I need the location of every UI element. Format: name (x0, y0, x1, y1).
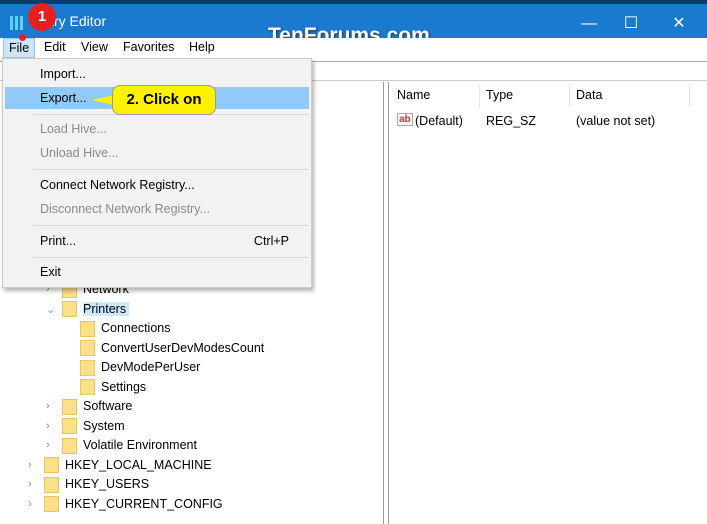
tree-item-label: HKEY_USERS (65, 477, 150, 491)
column-name[interactable]: Name (397, 88, 430, 102)
menu-item-import[interactable]: Import... (5, 63, 309, 85)
callout-step-2: 2. Click on (112, 85, 216, 115)
column-type[interactable]: Type (486, 88, 513, 102)
close-button[interactable]: ✕ (656, 12, 702, 36)
chevron-right-icon[interactable]: › (46, 420, 56, 432)
chevron-right-icon[interactable]: › (46, 400, 56, 412)
values-list: Name Type Data ab (Default) REG_SZ (valu… (388, 82, 707, 524)
tree-item-label: Printers (83, 301, 130, 316)
folder-icon (44, 457, 59, 474)
folder-icon (62, 418, 77, 435)
menu-favorites[interactable]: Favorites (123, 40, 174, 54)
menu-item-connect-network-registry[interactable]: Connect Network Registry... (5, 174, 309, 196)
chevron-right-icon[interactable]: › (28, 459, 38, 471)
maximize-button[interactable]: ☐ (608, 12, 654, 36)
folder-icon (80, 320, 95, 337)
tree-item-label: Settings (101, 379, 147, 394)
tree-item[interactable]: System (62, 417, 125, 436)
folder-icon (80, 359, 95, 376)
folder-icon (44, 476, 59, 493)
tree-item[interactable]: DevModePerUser (80, 358, 200, 377)
tree-item-label: DevModePerUser (101, 360, 201, 374)
tree-item[interactable]: HKEY_LOCAL_MACHINE (44, 456, 212, 475)
tree-item[interactable]: Volatile Environment (62, 436, 197, 455)
menu-item-print[interactable]: Print... Ctrl+P (5, 230, 309, 252)
chevron-down-icon[interactable]: ⌄ (46, 303, 56, 316)
menu-file[interactable]: File (3, 38, 36, 58)
folder-icon (62, 437, 77, 454)
step-1-pointer (19, 34, 26, 41)
minimize-button[interactable]: — (566, 12, 612, 36)
menu-view[interactable]: View (81, 40, 108, 54)
menu-bar: File Edit View Favorites Help (0, 38, 707, 58)
value-type: REG_SZ (486, 114, 537, 128)
tree-item-label: Software (83, 399, 133, 413)
string-value-icon: ab (397, 113, 413, 126)
print-label: Print... (40, 234, 77, 248)
tree-item-label: HKEY_CURRENT_CONFIG (65, 496, 223, 511)
tree-item[interactable]: Printers (62, 300, 130, 319)
value-name[interactable]: (Default) (415, 114, 463, 128)
folder-icon (80, 340, 95, 357)
tree-item-label: Connections (101, 321, 171, 335)
tree-item[interactable]: Settings (80, 378, 146, 397)
chevron-right-icon[interactable]: › (28, 478, 38, 490)
tree-item[interactable]: HKEY_USERS (44, 475, 149, 494)
folder-icon (62, 301, 77, 318)
callout-pointer (92, 95, 114, 105)
step-1-badge: 1 (28, 3, 56, 31)
menu-edit[interactable]: Edit (44, 40, 66, 54)
tree-item-label: ConvertUserDevModesCount (101, 340, 265, 355)
folder-icon (80, 379, 95, 396)
menu-help[interactable]: Help (189, 40, 215, 54)
chevron-right-icon[interactable]: › (46, 439, 56, 451)
tree-item-label: System (83, 418, 125, 433)
column-data[interactable]: Data (576, 88, 602, 102)
tree-item[interactable]: ConvertUserDevModesCount (80, 339, 264, 358)
folder-icon (44, 496, 59, 513)
tree-item-label: Volatile Environment (83, 438, 197, 452)
tree-item[interactable]: Connections (80, 319, 171, 338)
chevron-right-icon[interactable]: › (28, 498, 38, 510)
menu-item-exit[interactable]: Exit (5, 261, 309, 283)
menu-item-load-hive: Load Hive... (40, 122, 107, 136)
print-shortcut: Ctrl+P (253, 234, 289, 248)
value-data: (value not set) (576, 114, 656, 128)
folder-icon (62, 398, 77, 415)
registry-editor-icon (10, 16, 24, 30)
tree-item-label: HKEY_LOCAL_MACHINE (65, 457, 212, 472)
tree-item[interactable]: Software (62, 397, 132, 416)
menu-item-unload-hive: Unload Hive... (40, 146, 119, 160)
title-bar: istry Editor TenForums.com — ☐ ✕ (0, 0, 707, 47)
tree-item[interactable]: HKEY_CURRENT_CONFIG (44, 495, 223, 514)
menu-item-disconnect-network-registry: Disconnect Network Registry... (40, 202, 210, 216)
